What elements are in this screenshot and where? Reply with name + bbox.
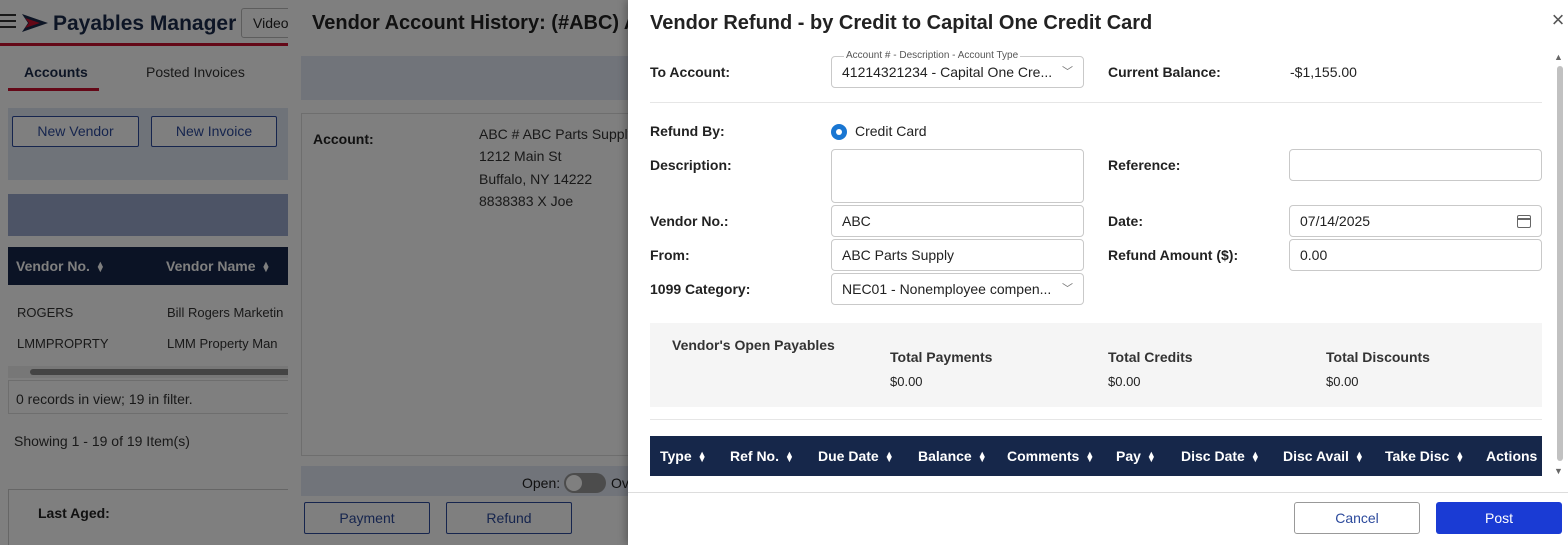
vendor-no-label: Vendor No.: bbox=[650, 213, 729, 229]
column-header-balance[interactable]: Balance ▲ ▼ bbox=[918, 448, 987, 464]
column-header-pay[interactable]: Pay ▲ ▼ bbox=[1116, 448, 1156, 464]
vertical-scrollbar[interactable] bbox=[1557, 66, 1563, 461]
cancel-button[interactable]: Cancel bbox=[1294, 502, 1420, 534]
close-icon[interactable]: × bbox=[1548, 9, 1568, 31]
vendor-no-field[interactable]: ABC bbox=[831, 205, 1084, 237]
scroll-down-icon[interactable]: ▼ bbox=[1554, 466, 1563, 476]
divider bbox=[650, 419, 1542, 420]
column-header-actions: Actions bbox=[1486, 448, 1538, 464]
dialog-title: Vendor Refund - by Credit to Capital One… bbox=[650, 12, 1153, 34]
payables-table-header: Type ▲ ▼ Ref No. ▲ ▼ Due Date ▲ ▼ Balance ▲ ▼ Co… bbox=[650, 436, 1542, 476]
from-label: From: bbox=[650, 247, 690, 263]
total-credits-label: Total Credits bbox=[1108, 349, 1193, 365]
sort-icon: ▲▼ bbox=[1250, 449, 1260, 465]
reference-field[interactable] bbox=[1289, 149, 1542, 181]
sort-icon: ▲▼ bbox=[977, 449, 987, 465]
date-label: Date: bbox=[1108, 213, 1144, 229]
sort-icon: ▲▼ bbox=[1354, 449, 1364, 465]
open-payables-summary: Vendor's Open Payables Total Payments $0… bbox=[650, 323, 1542, 407]
refund-amount-label: Refund Amount ($): bbox=[1108, 247, 1239, 263]
total-credits-value: $0.00 bbox=[1108, 374, 1141, 389]
total-payments-value: $0.00 bbox=[890, 374, 923, 389]
footer-divider bbox=[628, 492, 1568, 493]
description-field[interactable] bbox=[831, 149, 1084, 203]
column-header-take-disc[interactable]: Take Disc ▲ ▼ bbox=[1385, 448, 1464, 464]
chevron-down-icon: ﹀ bbox=[1062, 283, 1073, 295]
column-header-due-date[interactable]: Due Date ▲ ▼ bbox=[818, 448, 894, 464]
sort-icon: ▲▼ bbox=[1146, 449, 1156, 465]
category-label: 1099 Category: bbox=[650, 281, 751, 297]
description-label: Description: bbox=[650, 157, 732, 173]
to-account-label: To Account: bbox=[650, 64, 731, 80]
calendar-icon[interactable] bbox=[1517, 215, 1531, 228]
current-balance-label: Current Balance: bbox=[1108, 64, 1221, 80]
column-header-ref-no[interactable]: Ref No. ▲ ▼ bbox=[730, 448, 794, 464]
column-header-disc-date[interactable]: Disc Date ▲ ▼ bbox=[1181, 448, 1260, 464]
sort-icon: ▲▼ bbox=[785, 449, 794, 465]
current-balance-value: -$1,155.00 bbox=[1290, 64, 1357, 80]
reference-label: Reference: bbox=[1108, 157, 1181, 173]
refund-amount-field[interactable]: 0.00 bbox=[1289, 239, 1542, 271]
vendor-refund-dialog: Vendor Refund - by Credit to Capital One… bbox=[628, 0, 1568, 545]
modal-backdrop bbox=[0, 0, 628, 545]
post-button[interactable]: Post bbox=[1436, 502, 1562, 534]
date-field[interactable]: 07/14/2025 bbox=[1289, 205, 1542, 237]
from-field[interactable]: ABC Parts Supply bbox=[831, 239, 1084, 271]
chevron-down-icon: ﹀ bbox=[1062, 66, 1073, 78]
column-header-comments[interactable]: Comments ▲ ▼ bbox=[1007, 448, 1094, 464]
to-account-select[interactable]: Account # - Description - Account Type 4… bbox=[831, 50, 1084, 88]
category-select[interactable]: NEC01 - Nonemployee compen... ﹀ bbox=[831, 273, 1084, 305]
total-payments-label: Total Payments bbox=[890, 349, 993, 365]
column-header-disc-avail[interactable]: Disc Avail ▲ ▼ bbox=[1283, 448, 1364, 464]
column-header-type[interactable]: Type ▲ ▼ bbox=[660, 448, 707, 464]
sort-icon: ▲▼ bbox=[1085, 449, 1095, 465]
credit-card-radio-label: Credit Card bbox=[855, 123, 927, 139]
divider bbox=[650, 102, 1542, 103]
refund-by-label: Refund By: bbox=[650, 123, 725, 139]
sort-icon: ▲▼ bbox=[884, 449, 894, 465]
open-payables-title: Vendor's Open Payables bbox=[672, 337, 835, 353]
account-legend: Account # - Description - Account Type bbox=[844, 50, 1021, 62]
total-discounts-value: $0.00 bbox=[1326, 374, 1359, 389]
sort-icon: ▲▼ bbox=[697, 449, 707, 465]
sort-icon: ▲▼ bbox=[1455, 449, 1465, 465]
credit-card-radio[interactable] bbox=[831, 124, 847, 140]
scroll-up-icon[interactable]: ▲ bbox=[1554, 52, 1563, 62]
total-discounts-label: Total Discounts bbox=[1326, 349, 1430, 365]
